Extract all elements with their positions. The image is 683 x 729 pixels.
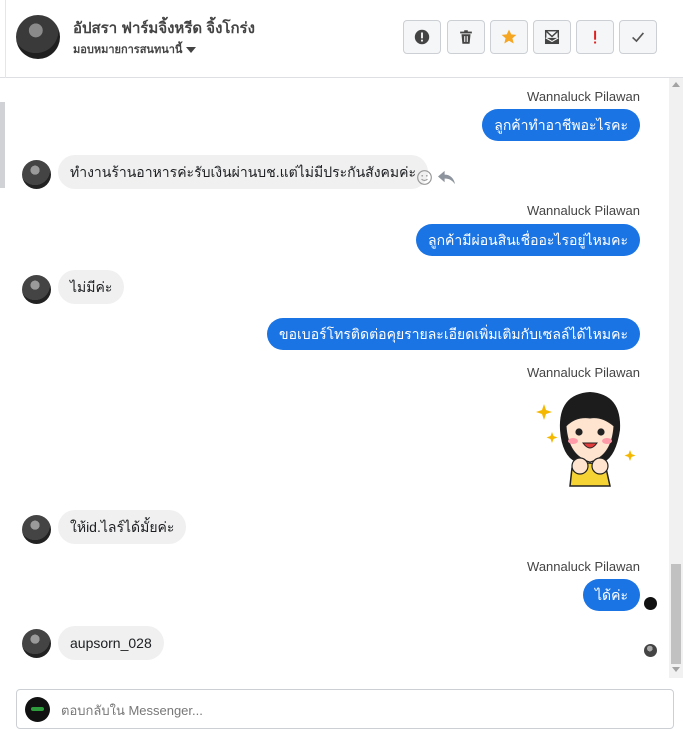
reply-composer	[16, 689, 674, 729]
conversation-header: อัปสรา ฟาร์มจิ้งหรีด จิ้งโกร่ง มอบหมายกา…	[0, 0, 683, 78]
incoming-message[interactable]: aupsorn_028	[58, 626, 164, 660]
contact-avatar[interactable]	[16, 15, 60, 59]
contact-avatar-small[interactable]	[22, 275, 51, 304]
resize-handle[interactable]	[0, 102, 5, 188]
sender-name: Wannaluck Pilawan	[527, 365, 640, 380]
incoming-message[interactable]: ให้id.ไลร์ได้มั้ยค่ะ	[58, 510, 187, 544]
contact-avatar-small[interactable]	[22, 629, 51, 658]
done-button[interactable]	[619, 20, 657, 54]
contact-avatar-small[interactable]	[22, 160, 51, 189]
incoming-message[interactable]: ไม่มีค่ะ	[58, 270, 125, 304]
scrollbar-thumb[interactable]	[671, 564, 681, 664]
scroll-up-arrow-icon[interactable]	[672, 82, 680, 87]
outgoing-message[interactable]: ลูกค้ามีผ่อนสินเชื่ออะไรอยู่ไหมคะ	[416, 224, 640, 256]
incoming-message[interactable]: ทำงานร้านอาหารค่ะรับเงินผ่านบช.แต่ไม่มีป…	[58, 155, 429, 189]
left-divider	[0, 0, 6, 78]
delete-button[interactable]	[447, 20, 485, 54]
assign-conversation-dropdown[interactable]: มอบหมายการสนทนานี้	[73, 40, 197, 58]
report-button[interactable]	[403, 20, 441, 54]
sender-name: Wannaluck Pilawan	[527, 203, 640, 218]
contact-avatar-small[interactable]	[22, 515, 51, 544]
smiley-icon[interactable]	[416, 169, 433, 186]
exclamation-icon	[594, 30, 597, 44]
scroll-down-arrow-icon[interactable]	[672, 667, 680, 672]
sender-name: Wannaluck Pilawan	[527, 559, 640, 574]
reply-icon[interactable]	[437, 169, 456, 186]
envelope-icon	[544, 29, 560, 45]
caret-down-icon	[186, 47, 197, 54]
star-button[interactable]	[490, 20, 528, 54]
message-thread[interactable]: Wannaluck Pilawan ลูกค้าทำอาชีพอะไรคะ ทำ…	[0, 78, 683, 678]
trash-icon	[460, 30, 472, 44]
seen-avatar	[644, 644, 657, 657]
star-icon	[501, 29, 517, 44]
check-icon	[632, 32, 645, 43]
read-receipt-avatar	[644, 597, 657, 610]
outgoing-message[interactable]: ได้ค่ะ	[582, 579, 640, 611]
sender-name: Wannaluck Pilawan	[527, 89, 640, 104]
assign-label: มอบหมายการสนทนานี้	[73, 44, 183, 56]
outgoing-message[interactable]: ลูกค้าทำอาชีพอะไรคะ	[482, 109, 640, 141]
mark-unread-button[interactable]	[533, 20, 571, 54]
spam-button[interactable]	[576, 20, 614, 54]
exclamation-circle-icon	[414, 29, 430, 45]
cartoon-girl-sticker[interactable]	[530, 386, 642, 490]
page-avatar	[25, 697, 50, 722]
contact-name[interactable]: อัปสรา ฟาร์มจิ้งหรีด จิ้งโกร่ง	[73, 16, 255, 40]
reply-input[interactable]	[61, 700, 621, 720]
outgoing-message[interactable]: ขอเบอร์โทรติดต่อคุยรายละเอียดเพิ่มเติมกั…	[267, 318, 640, 350]
